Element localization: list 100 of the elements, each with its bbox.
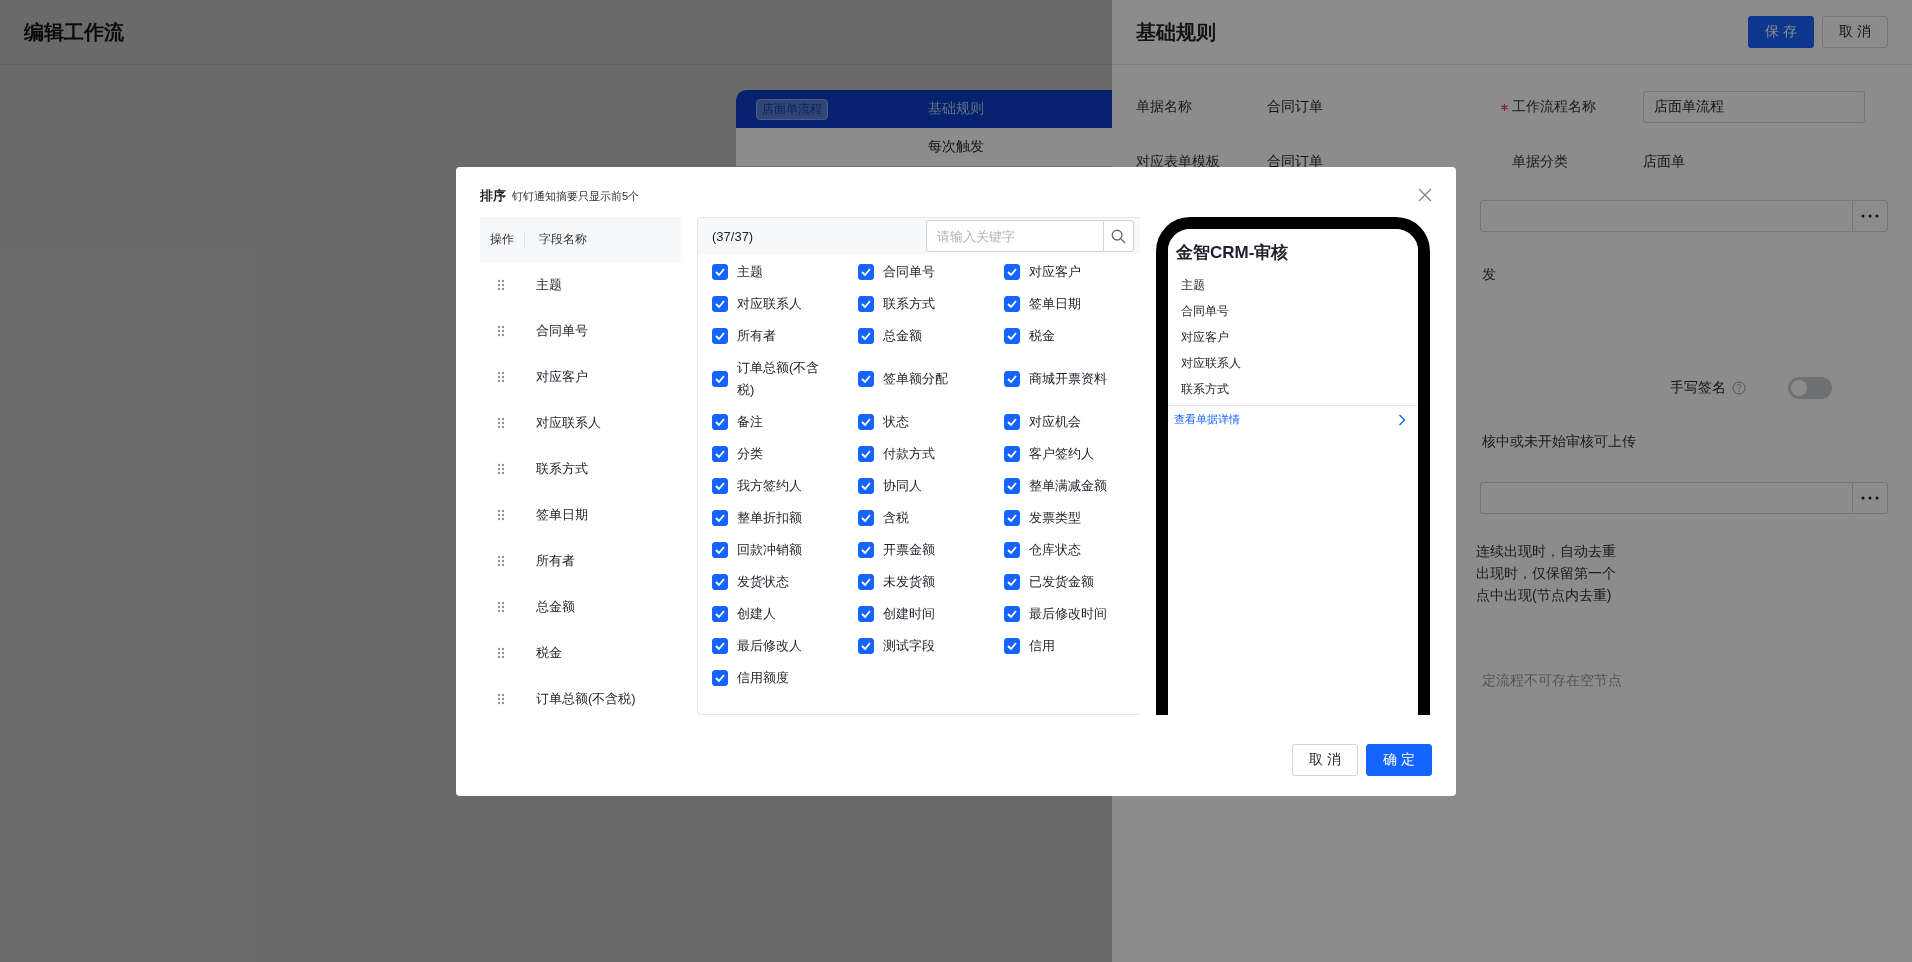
picker-field[interactable] [1480,482,1852,514]
checkbox-label: 我方签约人 [737,477,802,495]
more-icon [1861,214,1879,218]
input-field[interactable]: 店面单流程 [1643,91,1865,123]
checkbox[interactable] [712,371,728,387]
check-icon [715,610,725,618]
dialog-button[interactable]: 确 定 [1366,744,1432,776]
check-icon [861,332,871,340]
check-icon [1007,482,1017,490]
checkbox[interactable] [712,670,728,686]
field-name: 总金额 [536,598,575,616]
search-field[interactable]: 请输入关键字 [926,220,1104,252]
checkbox-label: 订单总额(不含税) [737,359,821,399]
checkbox[interactable] [858,574,874,590]
checkbox-label: 发货状态 [737,573,789,591]
checkbox[interactable] [712,510,728,526]
checkbox-label: 回款冲销额 [737,541,802,559]
checkbox[interactable] [858,510,874,526]
checkbox-label: 状态 [883,413,909,431]
field-value: 店面单 [1643,153,1685,171]
checkbox[interactable] [712,606,728,622]
checkbox[interactable] [858,264,874,280]
option-text: 点中出现(节点内去重) [1476,586,1613,604]
checkbox-label: 测试字段 [883,637,935,655]
check-icon [715,300,725,308]
drag-handle-icon[interactable] [497,693,505,705]
checkbox[interactable] [1004,510,1020,526]
picker-field[interactable] [1480,200,1852,232]
checkbox-label: 未发货额 [883,573,935,591]
checkbox[interactable] [858,328,874,344]
checkbox[interactable] [1004,606,1020,622]
checkbox[interactable] [712,328,728,344]
checkbox[interactable] [712,446,728,462]
field-name: 合同单号 [536,322,588,340]
checkbox-label: 已发货金额 [1029,573,1094,591]
check-icon [1007,332,1017,340]
checkbox[interactable] [858,446,874,462]
search-button[interactable] [1104,220,1134,252]
option-text: 连续出现时，自动去重 [1476,542,1617,560]
checkbox[interactable] [712,638,728,654]
preview-item: 联系方式 [1181,380,1229,398]
drag-handle-icon[interactable] [497,463,505,475]
chevron-right-icon[interactable] [1398,413,1406,426]
check-icon [715,482,725,490]
checkbox[interactable] [712,264,728,280]
check-icon [1007,610,1017,618]
drag-handle-icon[interactable] [497,647,505,659]
check-icon [861,268,871,276]
field-name: 所有者 [536,552,575,570]
drag-handle-icon[interactable] [497,325,505,337]
drag-handle-icon[interactable] [497,371,505,383]
checkbox[interactable] [858,414,874,430]
checkbox-label: 商城开票资料 [1029,370,1107,388]
checkbox[interactable] [858,478,874,494]
drag-handle-icon[interactable] [497,509,505,521]
checkbox[interactable] [712,478,728,494]
checkbox[interactable] [858,542,874,558]
checkbox[interactable] [1004,328,1020,344]
panel-button[interactable]: 保 存 [1748,16,1815,48]
details-link[interactable]: 查看单据详情 [1174,412,1240,427]
checkbox[interactable] [858,606,874,622]
upload-note: 核中或未开始审核可上传 [1482,433,1636,449]
checkbox-label: 创建时间 [883,605,935,623]
drag-handle-icon[interactable] [497,601,505,613]
checkbox[interactable] [1004,574,1020,590]
checkbox-label: 最后修改时间 [1029,605,1107,623]
checkbox-label: 开票金额 [883,541,935,559]
drag-handle-icon[interactable] [497,417,505,429]
checkbox[interactable] [1004,638,1020,654]
checkbox[interactable] [712,574,728,590]
drag-handle-icon[interactable] [497,279,505,291]
search-icon [1111,228,1126,244]
required-asterisk-icon [1501,103,1508,111]
checkbox[interactable] [712,296,728,312]
check-icon [1007,300,1017,308]
dialog-button[interactable]: 取 消 [1292,744,1359,776]
checkbox[interactable] [1004,414,1020,430]
checkbox[interactable] [712,414,728,430]
checkbox[interactable] [1004,446,1020,462]
checkbox[interactable] [1004,478,1020,494]
checkbox[interactable] [1004,371,1020,387]
preview-item: 对应客户 [1181,328,1229,346]
check-icon [861,375,871,383]
checkbox[interactable] [712,542,728,558]
signature-toggle[interactable] [1788,377,1832,399]
check-icon [861,300,871,308]
checkbox-label: 客户签约人 [1029,445,1094,463]
checkbox[interactable] [1004,542,1020,558]
drag-handle-icon[interactable] [497,555,505,567]
checkbox[interactable] [858,371,874,387]
checkbox[interactable] [1004,264,1020,280]
dialog-subtitle: 钉钉通知摘要只显示前5个 [512,189,640,204]
flow-card-title: 基础规则 [928,100,984,118]
checkbox[interactable] [858,296,874,312]
check-icon [715,450,725,458]
check-icon [715,418,725,426]
panel-button[interactable]: 取 消 [1822,16,1888,48]
checkbox[interactable] [1004,296,1020,312]
close-icon[interactable] [1418,188,1432,202]
checkbox[interactable] [858,638,874,654]
